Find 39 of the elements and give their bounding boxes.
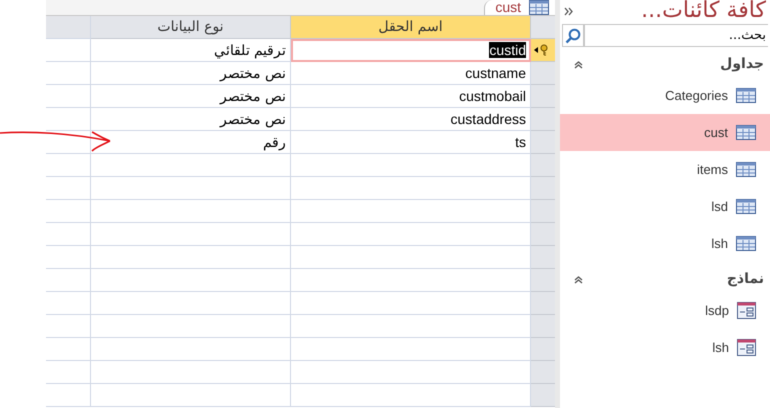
data-type-cell[interactable]: نص مختصر — [91, 85, 291, 108]
field-name-cell[interactable]: custmobail — [291, 85, 531, 108]
table-icon — [736, 125, 756, 140]
nav-item[interactable]: items — [560, 151, 770, 188]
nav-item[interactable]: Categories — [560, 77, 770, 114]
data-type-cell[interactable]: ترقيم تلقائي — [91, 39, 291, 62]
group-header[interactable]: نماذج — [726, 271, 764, 287]
data-type-cell[interactable]: نص مختصر — [91, 108, 291, 131]
field-name-cell[interactable]: custaddress — [291, 108, 531, 131]
table-icon — [736, 162, 756, 177]
search-icon[interactable] — [565, 28, 581, 44]
data-type-cell[interactable]: نص مختصر — [91, 62, 291, 85]
search-field[interactable]: بحث... — [584, 24, 768, 47]
field-name-cell[interactable]: custname — [291, 62, 531, 85]
collapse-pane-icon[interactable] — [564, 6, 574, 16]
column-header: نوع البيانات — [91, 16, 291, 39]
table-icon — [529, 0, 549, 15]
column-header: اسم الحقل — [291, 16, 531, 39]
table-icon — [736, 88, 756, 103]
table-icon — [736, 199, 756, 214]
nav-item[interactable]: lsd — [560, 188, 770, 225]
field-name-cell[interactable]: custid — [291, 39, 531, 62]
nav-item[interactable]: lsh — [560, 225, 770, 262]
pane-title[interactable]: كافة كائنات... — [641, 0, 766, 22]
data-type-cell[interactable]: رقم — [91, 131, 291, 154]
header-cell — [46, 16, 91, 39]
form-icon — [737, 339, 756, 356]
collapse-icon[interactable] — [574, 274, 583, 284]
nav-item[interactable]: cust — [560, 114, 770, 151]
search-button[interactable] — [562, 24, 584, 47]
form-icon — [737, 302, 756, 319]
group-header[interactable]: جداول — [720, 56, 764, 72]
nav-item[interactable]: lsh — [560, 329, 770, 366]
row-selector[interactable] — [531, 39, 555, 62]
collapse-icon[interactable] — [574, 60, 583, 68]
nav-item[interactable]: lsdp — [560, 292, 770, 329]
table-icon — [736, 236, 756, 251]
document-tab[interactable]: cust — [484, 0, 555, 15]
field-name-cell[interactable]: ts — [291, 131, 531, 154]
